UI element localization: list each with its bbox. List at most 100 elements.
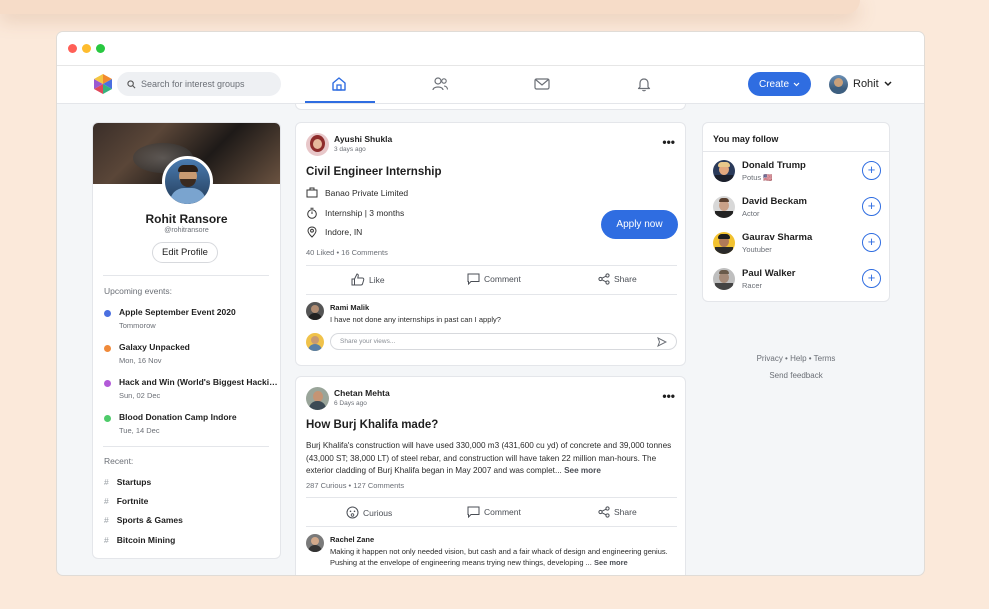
app-logo-icon[interactable] (92, 73, 114, 95)
like-button[interactable]: Like (351, 273, 385, 286)
share-icon (598, 506, 610, 518)
comment-icon (467, 273, 480, 285)
post-body-text: Burj Khalifa's construction will have us… (306, 441, 672, 475)
follow-button[interactable]: + (862, 233, 881, 252)
more-options-icon[interactable]: ••• (662, 135, 675, 149)
event-title: Hack and Win (World's Biggest Hackin... (119, 377, 279, 387)
share-button[interactable]: Share (598, 506, 637, 518)
stopwatch-icon (307, 207, 317, 219)
event-date: Sun, 02 Dec (119, 391, 161, 400)
search-icon (127, 79, 136, 88)
curious-face-icon (346, 506, 359, 519)
mail-icon[interactable] (533, 75, 551, 93)
more-options-icon[interactable]: ••• (662, 389, 675, 403)
post-time: 6 Days ago (334, 400, 367, 407)
footer-links[interactable]: Privacy • Help • Terms (702, 354, 890, 363)
edit-profile-button[interactable]: Edit Profile (152, 242, 218, 263)
current-user-avatar (306, 333, 324, 351)
apply-now-button[interactable]: Apply now (601, 210, 678, 239)
post-title: Civil Engineer Internship (306, 166, 442, 178)
comment-label: Comment (484, 274, 521, 284)
profile-name: Rohit Ransore (145, 212, 228, 226)
curious-button[interactable]: Curious (346, 506, 392, 519)
location: Indore, IN (325, 227, 363, 237)
see-more-link[interactable]: See more (594, 558, 628, 567)
author-name[interactable]: Ayushi Shukla (334, 134, 392, 144)
send-icon[interactable] (657, 337, 667, 347)
person-avatar (713, 232, 735, 254)
active-tab-indicator (305, 101, 375, 103)
bell-icon[interactable] (635, 75, 653, 93)
send-feedback-link[interactable]: Send feedback (702, 371, 890, 380)
author-avatar[interactable] (306, 387, 329, 410)
person-subtitle: Potus 🇺🇸 (742, 173, 773, 182)
person-avatar (713, 268, 735, 290)
post-stats[interactable]: 287 Curious • 127 Comments (306, 481, 404, 490)
minimize-window-button[interactable] (82, 44, 91, 53)
person-subtitle: Racer (742, 281, 763, 290)
follow-button[interactable]: + (862, 197, 881, 216)
follow-card-title: You may follow (713, 134, 779, 144)
follow-button[interactable]: + (862, 269, 881, 288)
profile-avatar[interactable] (162, 156, 213, 207)
post-title: How Burj Khalifa made? (306, 419, 439, 431)
main-content: Rohit Ransore @rohitransore Edit Profile… (57, 104, 924, 575)
chevron-down-icon (884, 81, 892, 87)
comment-button[interactable]: Comment (467, 506, 521, 518)
recent-item[interactable]: # Sports & Games (104, 515, 183, 525)
share-icon (598, 273, 610, 285)
event-date: Mon, 16 Nov (119, 356, 162, 365)
comment-label: Comment (484, 507, 521, 517)
profile-card: Rohit Ransore @rohitransore Edit Profile… (92, 122, 281, 559)
duration-row: Internship | 3 months (306, 207, 404, 219)
background-band (0, 0, 860, 14)
comment-input[interactable]: Share your views... (330, 333, 677, 350)
see-more-link[interactable]: See more (564, 466, 601, 475)
you-may-follow-card: You may follow Donald Trump Potus 🇺🇸 + D… (702, 122, 890, 302)
comment-input-placeholder: Share your views... (340, 338, 396, 345)
suggested-person[interactable]: Gaurav Sharma Youtuber + (713, 232, 881, 258)
title-bar (57, 32, 924, 66)
comment-icon (467, 506, 480, 518)
recent-item-label: Sports & Games (116, 515, 183, 525)
comment-text: Making it happen not only needed vision,… (330, 546, 675, 568)
comment-button[interactable]: Comment (467, 273, 521, 285)
divider (306, 294, 677, 295)
profile-handle: @rohitransore (164, 227, 209, 234)
commenter-avatar[interactable] (306, 302, 324, 320)
event-title: Apple September Event 2020 (119, 307, 236, 317)
location-row: Indore, IN (306, 226, 362, 238)
event-color-dot (104, 415, 111, 422)
person-subtitle: Actor (742, 209, 760, 218)
suggested-person[interactable]: Paul Walker Racer + (713, 268, 881, 294)
suggested-person[interactable]: David Beckam Actor + (713, 196, 881, 222)
search-input[interactable]: Search for interest groups (117, 72, 281, 96)
close-window-button[interactable] (68, 44, 77, 53)
user-menu[interactable]: Rohit (829, 73, 892, 95)
recent-item[interactable]: # Fortnite (104, 496, 148, 506)
browser-window: Search for interest groups Create Rohit … (56, 31, 925, 576)
author-avatar[interactable] (306, 133, 329, 156)
post-stats[interactable]: 40 Liked • 16 Comments (306, 248, 388, 257)
commenter-avatar[interactable] (306, 534, 324, 552)
recent-item[interactable]: # Startups (104, 477, 151, 487)
user-avatar (829, 74, 848, 94)
chevron-down-icon (793, 82, 800, 86)
commenter-name[interactable]: Rami Malik (330, 303, 369, 312)
author-name[interactable]: Chetan Mehta (334, 388, 390, 398)
groups-icon[interactable] (431, 75, 449, 93)
home-icon[interactable] (330, 75, 348, 93)
post-body: Burj Khalifa's construction will have us… (306, 440, 680, 478)
commenter-name[interactable]: Rachel Zane (330, 535, 374, 544)
curious-label: Curious (363, 507, 393, 518)
recent-label: Recent: (104, 456, 134, 466)
recent-item-label: Startups (116, 477, 152, 487)
suggested-person[interactable]: Donald Trump Potus 🇺🇸 + (713, 160, 881, 186)
comment-text: I have not done any internships in past … (330, 315, 501, 324)
divider (306, 526, 677, 527)
create-button[interactable]: Create (748, 72, 811, 96)
follow-button[interactable]: + (862, 161, 881, 180)
share-button[interactable]: Share (598, 273, 637, 285)
maximize-window-button[interactable] (96, 44, 105, 53)
recent-item[interactable]: # Bitcoin Mining (104, 535, 175, 545)
